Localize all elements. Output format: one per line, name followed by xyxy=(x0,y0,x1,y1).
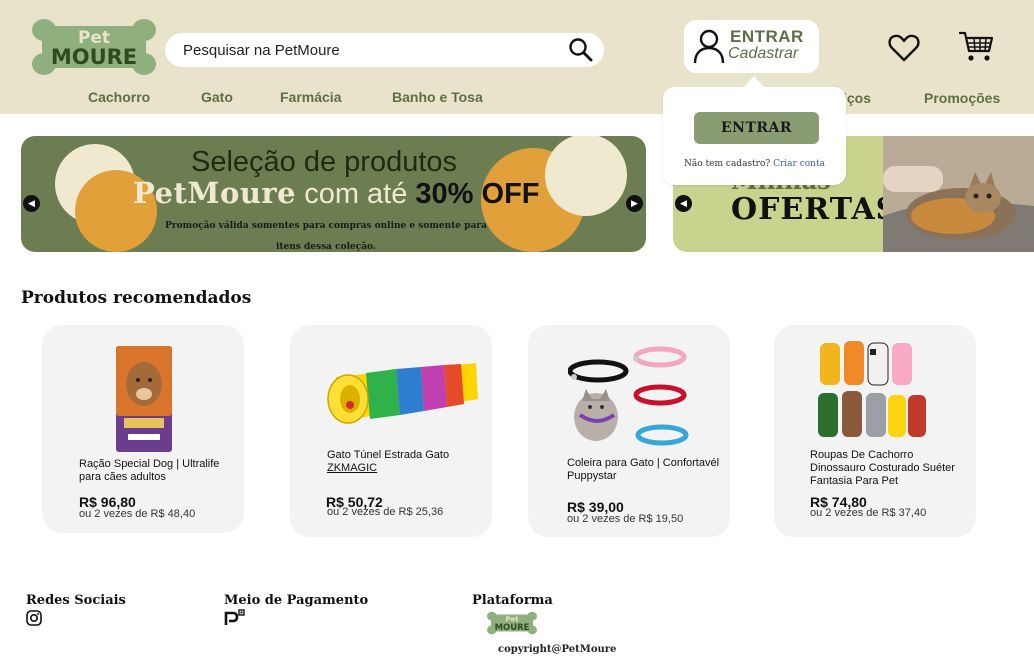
petmoure-logo[interactable]: Pet MOURE xyxy=(32,18,156,76)
product-brand: ZKMAGIC xyxy=(327,462,378,474)
product-card[interactable]: Ração Special Dog | Ultralife para cães … xyxy=(42,325,244,533)
nav-item-servicos[interactable]: iços xyxy=(843,90,871,106)
nav-item-gato[interactable]: Gato xyxy=(201,89,233,105)
header: Pet MOURE ENTRAR Cadastrar Cachorro Gato… xyxy=(0,0,1034,114)
user-icon xyxy=(693,29,725,64)
product-name[interactable]: Ração Special Dog | Ultralife para cães … xyxy=(79,458,239,484)
product-image-cat-collars xyxy=(568,346,689,446)
banner-mid-text: com até xyxy=(296,178,416,210)
login-button[interactable]: ENTRAR Cadastrar xyxy=(684,20,819,73)
arrow-left-icon[interactable]: ◀ xyxy=(23,195,40,212)
arrow-left-icon[interactable]: ◀ xyxy=(675,195,692,212)
search-bar xyxy=(165,33,604,67)
instagram-icon[interactable] xyxy=(26,610,42,626)
nav-item-cachorro[interactable]: Cachorro xyxy=(88,89,150,105)
product-name[interactable]: Gato Túnel Estrada Gato ZKMAGIC xyxy=(327,449,487,475)
heart-icon[interactable] xyxy=(888,33,920,63)
footer-payment-title: Meio de Pagamento xyxy=(224,593,369,608)
footer-social-title: Redes Sociais xyxy=(26,593,126,608)
search-icon[interactable] xyxy=(568,37,594,63)
product-name-text: Gato Túnel Estrada Gato ZKMAGIC xyxy=(327,449,450,474)
petmoure-footer-logo: Pet MOURE xyxy=(487,611,537,635)
create-account-link[interactable]: Criar conta xyxy=(773,159,825,169)
banner-note: Promoção válida somentes para compras on… xyxy=(165,221,487,252)
dropdown-notch xyxy=(743,76,765,88)
nav-item-farmacia[interactable]: Farmácia xyxy=(280,89,341,105)
banner-line2: PetMoure com até 30% OFF xyxy=(133,176,540,211)
footer-platform-title: Plataforma xyxy=(472,593,553,608)
product-image-dog-costumes xyxy=(818,341,926,437)
product-card[interactable]: Roupas De Cachorro Dinossauro Costurado … xyxy=(774,325,976,537)
product-card[interactable]: Gato Túnel Estrada Gato ZKMAGIC R$ 50,72… xyxy=(290,325,492,537)
arrow-right-icon[interactable]: ▶ xyxy=(626,195,643,212)
banner-discount: 30% OFF xyxy=(415,178,540,210)
product-installments: ou 2 vezes de R$ 37,40 xyxy=(810,507,927,519)
register-label: Cadastrar xyxy=(728,45,799,62)
svg-text:MOURE: MOURE xyxy=(495,622,530,632)
nav-item-banho-tosa[interactable]: Banho e Tosa xyxy=(392,89,483,105)
offers-line2: OFERTAS xyxy=(731,192,899,227)
no-account-label: Não tem cadastro? xyxy=(684,159,771,169)
product-installments: ou 2 vezes de R$ 19,50 xyxy=(567,513,684,525)
promo-banner[interactable]: Seleção de produtos PetMoure com até 30%… xyxy=(21,136,646,252)
cart-icon[interactable] xyxy=(958,29,994,63)
no-account-text: Não tem cadastro? Criar conta xyxy=(663,159,846,169)
login-title: ENTRAR xyxy=(730,27,804,46)
banner-line1: Seleção de produtos xyxy=(191,146,458,178)
product-installments: ou 2 vezes de R$ 25,36 xyxy=(327,506,444,518)
product-name[interactable]: Coleira para Gato | Confortavél Puppysta… xyxy=(567,457,727,483)
cat-image xyxy=(883,136,1034,252)
product-image-dog-food xyxy=(116,346,172,452)
product-installments: ou 2 vezes de R$ 48,40 xyxy=(79,508,196,520)
pix-icon xyxy=(224,609,245,625)
banner-brand: PetMoure xyxy=(133,176,297,210)
copyright: copyright@PetMoure xyxy=(498,644,617,655)
svg-text:MOURE: MOURE xyxy=(51,45,137,69)
login-dropdown: ENTRAR Não tem cadastro? Criar conta xyxy=(663,76,846,185)
dropdown-login-button[interactable]: ENTRAR xyxy=(694,112,819,144)
decor-circle xyxy=(545,136,627,216)
product-name[interactable]: Roupas De Cachorro Dinossauro Costurado … xyxy=(810,449,970,488)
product-card[interactable]: Coleira para Gato | Confortavél Puppysta… xyxy=(528,325,730,537)
section-title: Produtos recomendados xyxy=(21,288,252,308)
nav-item-promocoes[interactable]: Promoções xyxy=(924,90,1000,106)
search-input[interactable] xyxy=(183,40,553,60)
product-image-cat-tunnel xyxy=(327,363,478,424)
